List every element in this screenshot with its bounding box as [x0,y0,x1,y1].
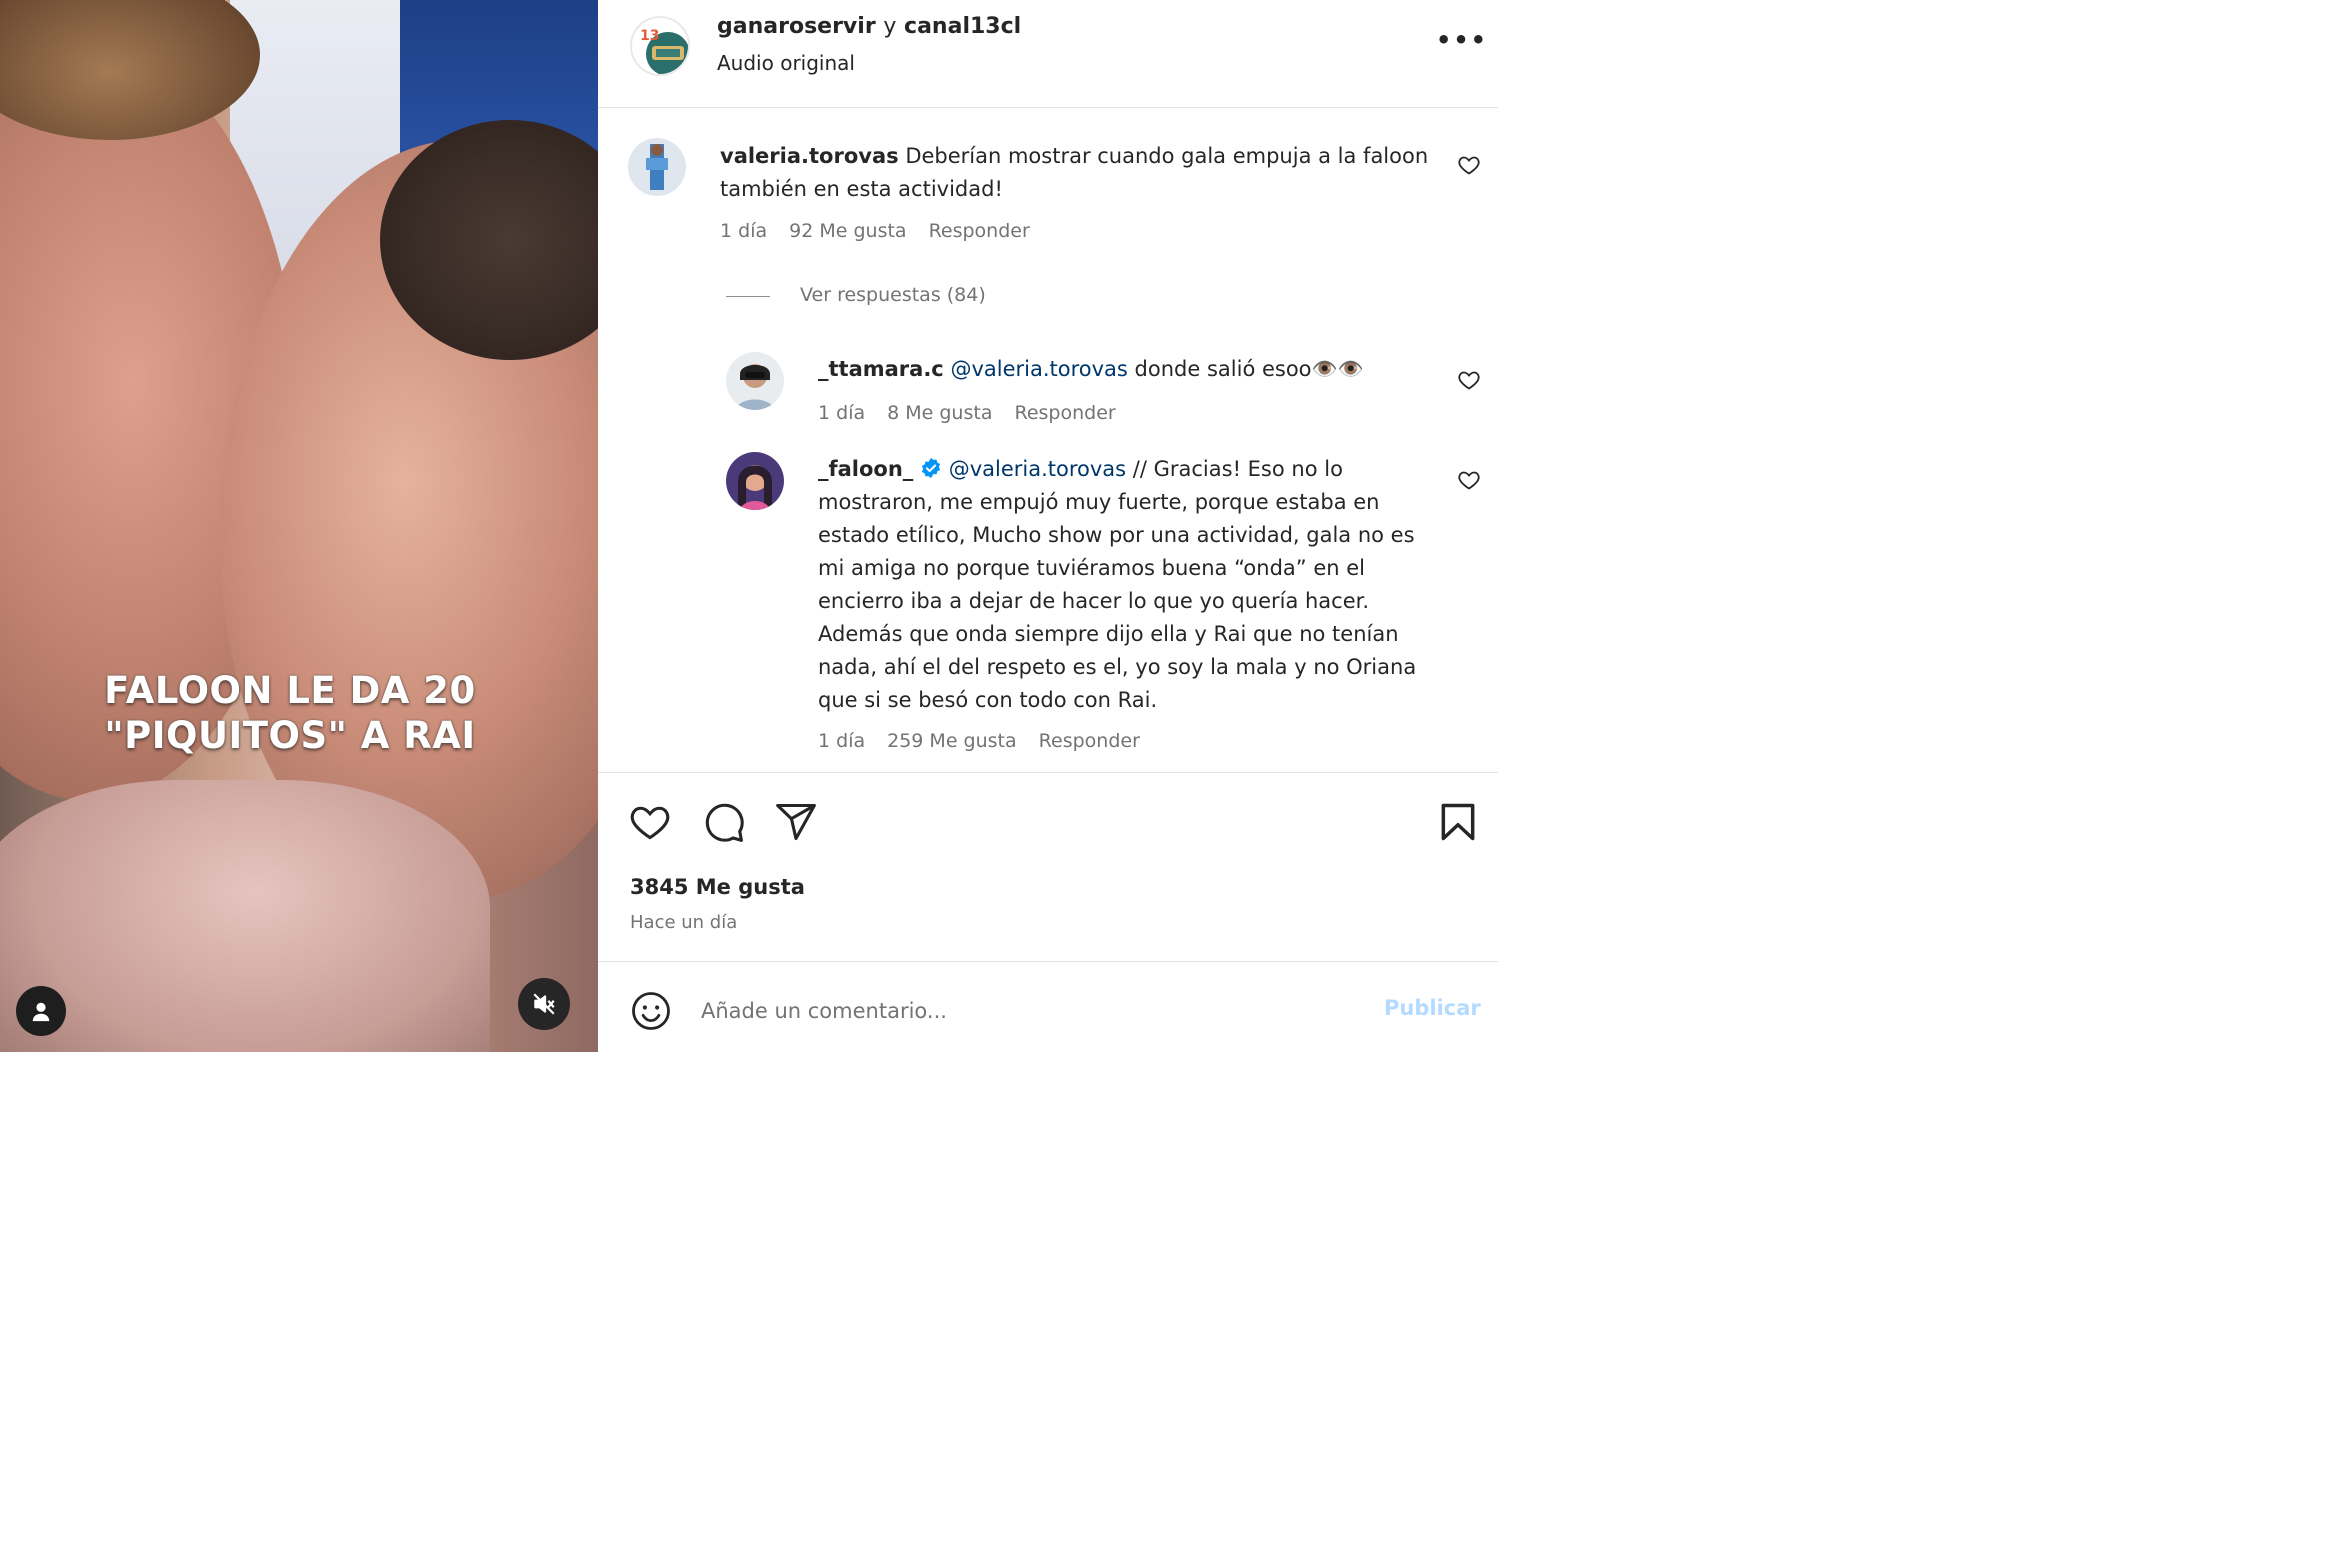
comment-meta: 1 día 92 Me gusta Responder [720,220,1030,242]
reply-avatar[interactable] [726,452,784,510]
post-panel: 13 ganaroservir y canal13cl Audio origin… [598,0,1566,1052]
comment-box-divider [598,961,1498,962]
author-avatar-image: 13 [640,28,688,74]
replies-line [726,296,770,297]
actions-divider [598,772,1498,773]
post-authors: ganaroservir y canal13cl [717,14,1021,39]
ellipsis-icon: ••• [1436,26,1489,54]
reply-body: _ttamara.c @valeria.torovas donde salió … [818,353,1438,386]
video-caption-line1: FALOON LE DA 20 [104,669,476,712]
reply-mention[interactable]: @valeria.torovas [950,357,1127,381]
post-timestamp: Hace un día [630,912,738,933]
reply-meta: 1 día 8 Me gusta Responder [818,402,1116,424]
reply-time: 1 día [818,402,866,424]
svg-text:13: 13 [640,28,659,44]
post-like-count[interactable]: 3845 Me gusta [630,875,805,899]
reply-mention[interactable]: @valeria.torovas [949,457,1126,481]
comment-avatar[interactable] [628,138,686,196]
reply-avatar-image [726,452,784,510]
heart-icon[interactable] [628,800,672,844]
author-link-2[interactable]: canal13cl [904,14,1021,39]
reply-like-heart-icon[interactable] [1457,368,1481,392]
reply-like-heart-icon[interactable] [1457,468,1481,492]
video-caption-line2: "PIQUITOS" A RAI [104,714,476,757]
view-replies-button[interactable]: Ver respuestas (84) [800,284,986,306]
tagged-users-button[interactable] [16,986,66,1036]
author-joiner: y [883,14,897,39]
publish-button[interactable]: Publicar [1384,996,1481,1020]
user-icon [32,1002,50,1022]
reply-meta: 1 día 259 Me gusta Responder [818,730,1140,752]
reply-text: donde salió esoo👁️👁️ [1134,357,1364,381]
video-person-left-hair [0,0,260,140]
reply-avatar-image [726,352,784,410]
more-options-button[interactable]: ••• [1436,26,1488,54]
post-header: 13 ganaroservir y canal13cl Audio origin… [598,0,1498,108]
mute-icon [533,993,555,1015]
video-caption: FALOON LE DA 20 "PIQUITOS" A RAI [40,668,540,758]
reply-reply-button[interactable]: Responder [1039,730,1140,752]
reply-reply-button[interactable]: Responder [1014,402,1115,424]
comment-body: valeria.torovas Deberían mostrar cuando … [720,140,1440,206]
author-link-1[interactable]: ganaroservir [717,14,876,39]
mute-button[interactable] [518,978,570,1030]
comment-input[interactable] [701,994,1341,1028]
reply-username[interactable]: _ttamara.c [818,357,944,381]
reply-time: 1 día [818,730,866,752]
comment-like-heart-icon[interactable] [1457,153,1481,177]
comment-avatar-image [628,138,686,196]
reply-username[interactable]: _faloon_ [818,457,913,481]
comment-time: 1 día [720,220,768,242]
share-icon[interactable] [774,800,818,844]
video-shirt [0,780,490,1052]
bookmark-icon[interactable] [1436,800,1480,844]
reply-text: // Gracias! Eso no lo mostraron, me empu… [818,457,1417,712]
emoji-icon[interactable] [630,990,672,1032]
reply-likes[interactable]: 259 Me gusta [887,730,1017,752]
comment-likes[interactable]: 92 Me gusta [789,220,906,242]
author-avatar[interactable]: 13 [630,16,690,76]
comment-reply-button[interactable]: Responder [929,220,1030,242]
reel-video[interactable]: FALOON LE DA 20 "PIQUITOS" A RAI [0,0,598,1052]
reply-likes[interactable]: 8 Me gusta [887,402,992,424]
comment-username[interactable]: valeria.torovas [720,144,899,168]
verified-badge-icon [921,457,941,479]
reply-avatar[interactable] [726,352,784,410]
comment-icon[interactable] [702,800,746,844]
reply-body: _faloon_ @valeria.torovas // Gracias! Es… [818,453,1438,717]
audio-link[interactable]: Audio original [717,51,855,75]
